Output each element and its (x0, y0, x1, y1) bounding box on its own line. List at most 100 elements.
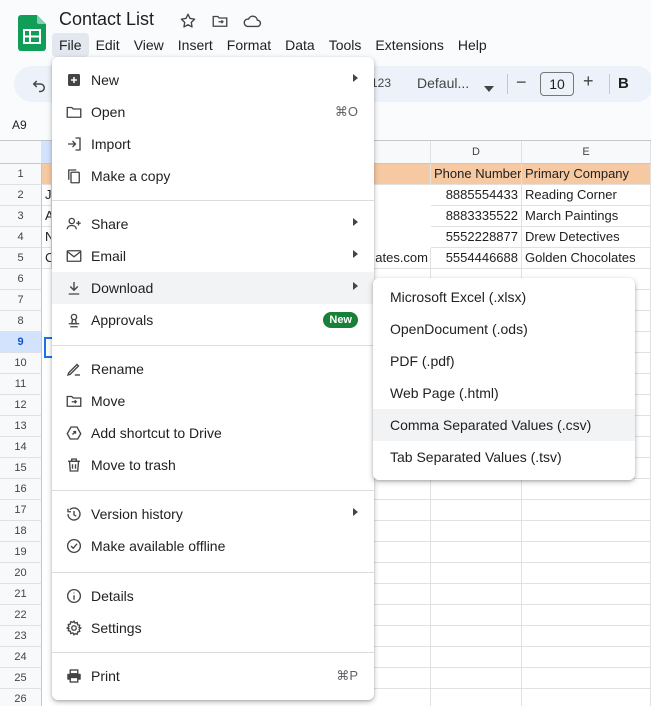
menu-data[interactable]: Data (278, 33, 322, 57)
row-header[interactable]: 21 (0, 584, 42, 605)
menu-item-details[interactable]: Details (52, 580, 374, 612)
empty-cell[interactable] (522, 626, 651, 647)
column-header-a[interactable] (42, 141, 52, 164)
menu-item-new[interactable]: New (52, 64, 374, 96)
row-header[interactable]: 24 (0, 647, 42, 668)
empty-cell[interactable] (522, 479, 651, 500)
empty-cell[interactable] (522, 668, 651, 689)
download-option[interactable]: OpenDocument (.ods) (373, 313, 635, 345)
bold-button[interactable]: B (618, 75, 629, 92)
empty-cell[interactable] (374, 521, 431, 542)
row-header[interactable]: 23 (0, 626, 42, 647)
star-icon[interactable] (178, 11, 198, 31)
menu-format[interactable]: Format (220, 33, 278, 57)
row-header[interactable]: 4 (0, 227, 42, 248)
empty-cell[interactable] (431, 647, 522, 668)
row-header[interactable]: 19 (0, 542, 42, 563)
empty-cell[interactable] (431, 563, 522, 584)
row-header[interactable]: 14 (0, 437, 42, 458)
row-header[interactable]: 20 (0, 563, 42, 584)
empty-cell[interactable] (431, 542, 522, 563)
row-header[interactable]: 13 (0, 416, 42, 437)
menu-item-print[interactable]: Print ⌘P (52, 660, 374, 692)
cell-phone[interactable]: 8885554433 (431, 185, 522, 206)
row-header[interactable]: 7 (0, 290, 42, 311)
number-format-button[interactable]: 123 (371, 76, 391, 90)
cell-company[interactable]: Drew Detectives (522, 227, 651, 248)
empty-cell[interactable] (431, 668, 522, 689)
menu-item-settings[interactable]: Settings (52, 612, 374, 644)
cell-email-partial[interactable]: ates.com (374, 248, 431, 269)
row-header[interactable]: 3 (0, 206, 42, 227)
empty-cell[interactable] (374, 563, 431, 584)
empty-cell[interactable] (522, 563, 651, 584)
menu-help[interactable]: Help (451, 33, 494, 57)
menu-item-share[interactable]: Share (52, 208, 374, 240)
menu-item-approvals[interactable]: Approvals New (52, 304, 374, 336)
empty-cell[interactable] (374, 626, 431, 647)
header-cell-phone[interactable]: Phone Number (431, 164, 522, 185)
cell-phone[interactable]: 5554446688 (431, 248, 522, 269)
header-cell-c[interactable] (374, 164, 431, 185)
empty-cell[interactable] (431, 689, 522, 706)
empty-cell[interactable] (522, 542, 651, 563)
empty-cell[interactable] (431, 521, 522, 542)
empty-cell[interactable] (374, 500, 431, 521)
header-cell-a[interactable] (42, 164, 52, 185)
cell-phone[interactable]: 8883335522 (431, 206, 522, 227)
empty-cell[interactable] (374, 605, 431, 626)
row-header[interactable]: 12 (0, 395, 42, 416)
row-header[interactable]: 15 (0, 458, 42, 479)
row-header[interactable]: 9 (0, 332, 42, 353)
cell-a5[interactable]: C (42, 248, 52, 269)
cell-company[interactable]: Reading Corner (522, 185, 651, 206)
empty-cell[interactable] (431, 584, 522, 605)
menu-extensions[interactable]: Extensions (368, 33, 450, 57)
menu-item-move-to-trash[interactable]: Move to trash (52, 449, 374, 481)
menu-item-make-available-offline[interactable]: Make available offline (52, 530, 374, 562)
empty-cell[interactable] (431, 626, 522, 647)
move-folder-icon[interactable] (210, 11, 230, 31)
menu-item-add-shortcut-to-drive[interactable]: Add shortcut to Drive (52, 417, 374, 449)
header-cell-company[interactable]: Primary Company (522, 164, 651, 185)
empty-cell[interactable] (431, 605, 522, 626)
row-header[interactable]: 18 (0, 521, 42, 542)
decrease-font-size-button[interactable]: − (516, 72, 527, 93)
increase-font-size-button[interactable]: + (583, 71, 594, 92)
download-option[interactable]: PDF (.pdf) (373, 345, 635, 377)
menu-file[interactable]: File (52, 33, 89, 57)
cell-company[interactable]: Golden Chocolates (522, 248, 651, 269)
empty-cell[interactable] (374, 542, 431, 563)
cell-phone[interactable]: 5552228877 (431, 227, 522, 248)
font-size-input[interactable]: 10 (540, 72, 574, 96)
empty-cell[interactable] (522, 647, 651, 668)
name-box[interactable]: A9 (12, 118, 27, 132)
row-header[interactable]: 8 (0, 311, 42, 332)
column-header-c[interactable] (374, 141, 431, 164)
cell-a4[interactable]: N (42, 227, 52, 248)
download-option[interactable]: Microsoft Excel (.xlsx) (373, 281, 635, 313)
column-header-e[interactable]: E (522, 141, 651, 164)
row-header[interactable]: 6 (0, 269, 42, 290)
row-header[interactable]: 26 (0, 689, 42, 706)
column-header-d[interactable]: D (431, 141, 522, 164)
cell-company[interactable]: March Paintings (522, 206, 651, 227)
cloud-status-icon[interactable] (242, 11, 262, 31)
font-family-select[interactable]: Defaul... (417, 75, 469, 91)
download-option[interactable]: Comma Separated Values (.csv) (373, 409, 635, 441)
row-header[interactable]: 2 (0, 185, 42, 206)
empty-cell[interactable] (374, 647, 431, 668)
empty-cell[interactable] (431, 479, 522, 500)
row-header[interactable]: 11 (0, 374, 42, 395)
undo-icon[interactable] (30, 75, 48, 98)
menu-item-download[interactable]: Download (52, 272, 374, 304)
empty-cell[interactable] (522, 584, 651, 605)
cell-a2[interactable]: J (42, 185, 52, 206)
row-header[interactable]: 22 (0, 605, 42, 626)
menu-item-email[interactable]: Email (52, 240, 374, 272)
row-header[interactable]: 5 (0, 248, 42, 269)
empty-cell[interactable] (374, 479, 431, 500)
menu-item-version-history[interactable]: Version history (52, 498, 374, 530)
download-option[interactable]: Tab Separated Values (.tsv) (373, 441, 635, 473)
cell-a3[interactable]: A (42, 206, 52, 227)
